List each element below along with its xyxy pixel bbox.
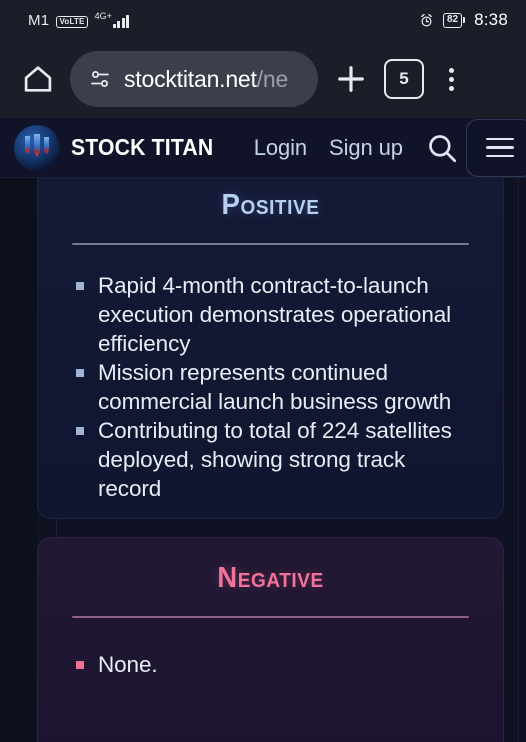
- negative-card: Negative None.: [37, 537, 504, 742]
- battery-tip: [463, 17, 466, 23]
- list-item: Mission represents continued commercial …: [72, 358, 469, 416]
- url-path: /ne: [256, 65, 289, 92]
- battery-icon: 82: [442, 12, 466, 28]
- signal-bars-icon: 4G+: [94, 10, 130, 28]
- network-type-label: 4G+: [94, 10, 112, 21]
- search-icon: [429, 134, 457, 162]
- battery-percent-label: 82: [442, 12, 463, 28]
- stock-titan-logo-icon[interactable]: [14, 124, 60, 171]
- browser-toolbar: stocktitan.net/ne 5: [0, 40, 526, 118]
- home-icon: [24, 66, 52, 92]
- hamburger-line-3: [486, 154, 514, 158]
- home-button[interactable]: [16, 57, 60, 101]
- hamburger-menu-icon: [486, 137, 514, 141]
- signal-strength-icon: [112, 14, 130, 28]
- status-bar-right: 82 8:38: [419, 10, 508, 30]
- logo-glyph: [25, 133, 49, 157]
- header-nav: Login Sign up: [254, 135, 403, 161]
- list-item: None.: [72, 650, 469, 679]
- carrier-label: M1: [28, 11, 50, 29]
- negative-section-title: Negative: [217, 562, 324, 594]
- alarm-clock-icon: [421, 13, 432, 26]
- plus-icon: [338, 66, 364, 92]
- hamburger-line-2: [486, 146, 514, 149]
- page-info-icon[interactable]: [88, 67, 112, 91]
- url-domain: stocktitan.net: [124, 65, 257, 92]
- browser-menu-button[interactable]: [434, 57, 468, 101]
- url-text: stocktitan.net/ne: [124, 66, 288, 93]
- negative-divider: [72, 616, 469, 618]
- three-dots-vertical-icon: [448, 67, 454, 73]
- page-content: Positive Rapid 4-month contract-to-launc…: [0, 178, 526, 742]
- tab-count-label: 5: [399, 69, 409, 88]
- volte-badge: VoLTE: [56, 15, 88, 28]
- site-header: STOCK TITAN Login Sign up: [0, 118, 526, 178]
- login-link[interactable]: Login: [254, 135, 307, 161]
- status-bar-left: M1 VoLTE 4G+: [28, 10, 130, 29]
- content-right-edge: [518, 178, 519, 742]
- page-right-rail: [518, 178, 526, 742]
- page-left-rail: [0, 178, 37, 742]
- brand-name[interactable]: STOCK TITAN: [71, 134, 213, 161]
- signup-link[interactable]: Sign up: [329, 135, 403, 161]
- tab-switcher-button[interactable]: 5: [384, 59, 424, 99]
- positive-section-title: Positive: [221, 189, 320, 221]
- clock-label: 8:38: [474, 10, 508, 29]
- dot-2: [448, 76, 454, 82]
- positive-card: Positive Rapid 4-month contract-to-launc…: [37, 178, 504, 519]
- list-item: Contributing to total of 224 satellites …: [72, 416, 469, 503]
- android-status-bar: M1 VoLTE 4G+ 82 8:38: [0, 0, 526, 40]
- new-tab-button[interactable]: [328, 56, 374, 102]
- negative-bullet-list: None.: [72, 650, 469, 679]
- dot-3: [448, 85, 454, 91]
- list-item: Rapid 4-month contract-to-launch executi…: [72, 271, 469, 358]
- positive-bullet-list: Rapid 4-month contract-to-launch executi…: [72, 271, 469, 503]
- positive-divider: [72, 243, 469, 245]
- search-button[interactable]: [425, 131, 459, 165]
- hamburger-menu-button[interactable]: [466, 118, 526, 177]
- url-bar[interactable]: stocktitan.net/ne: [70, 51, 318, 107]
